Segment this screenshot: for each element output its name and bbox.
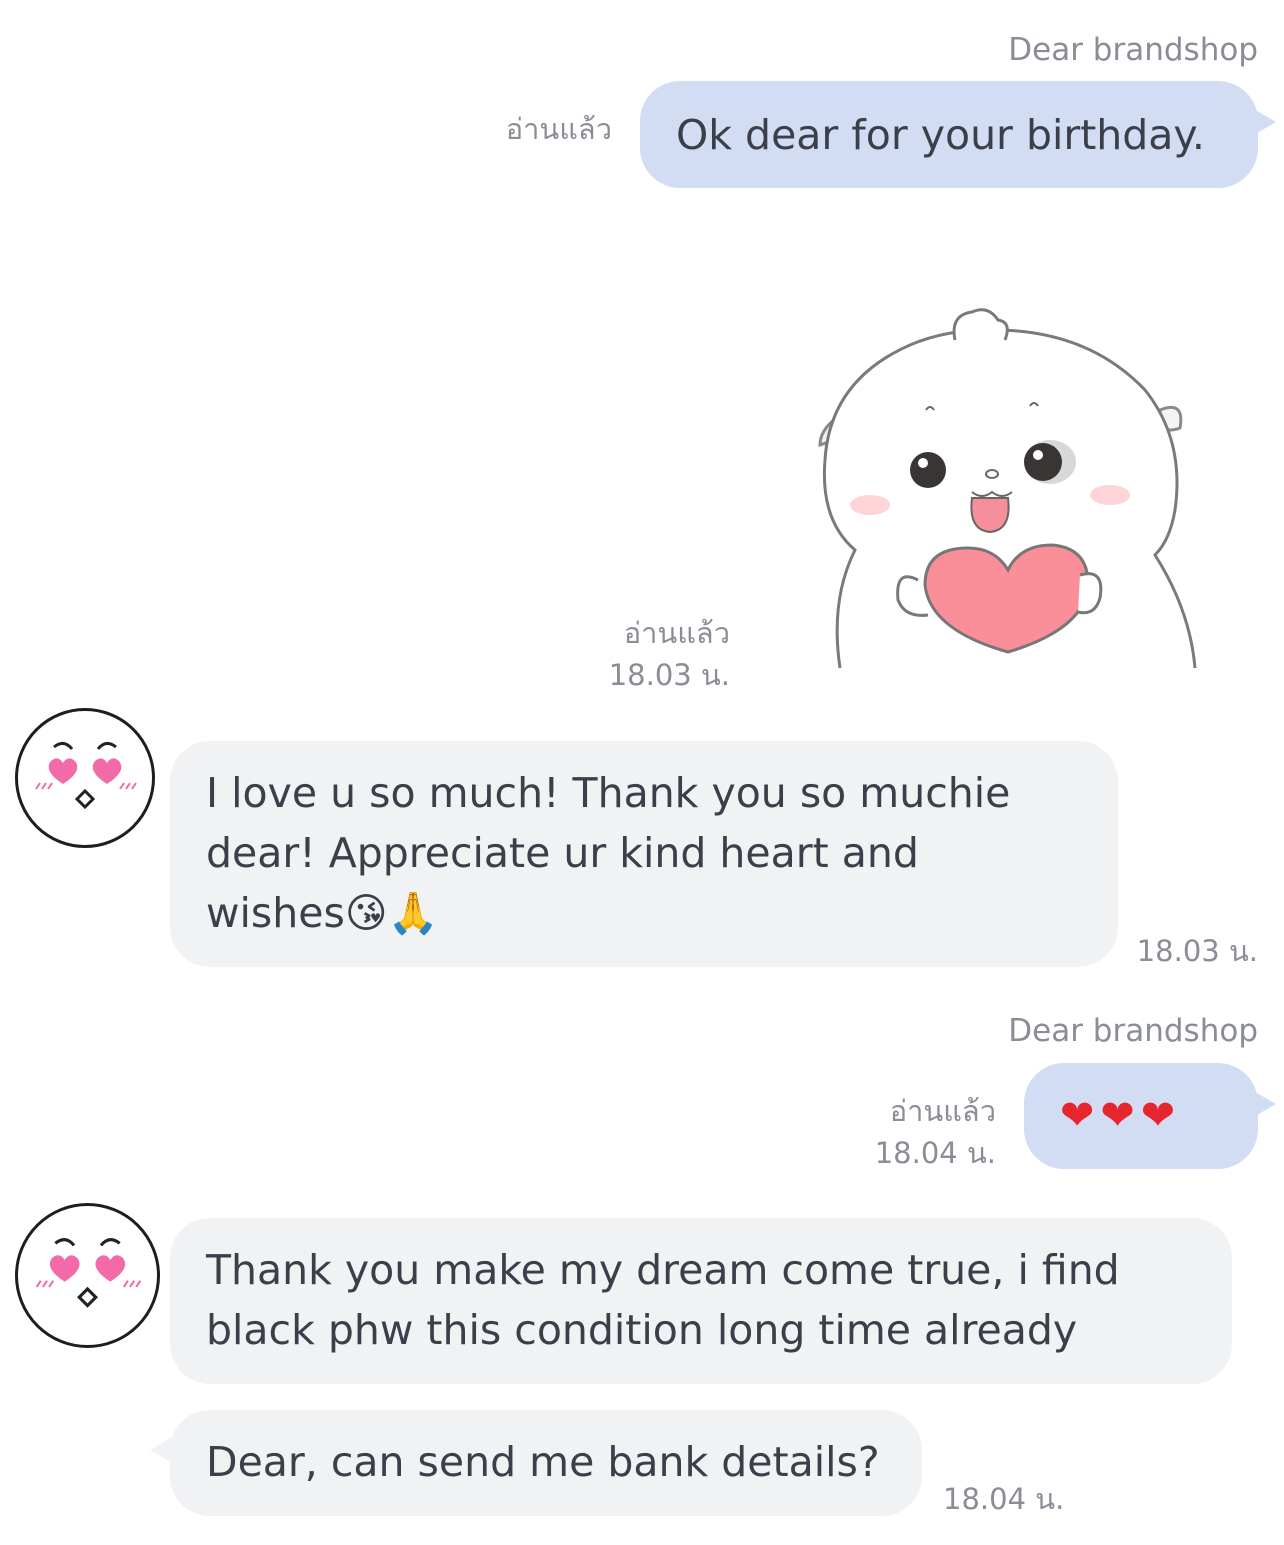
white-bear-holding-heart-sticker[interactable] <box>800 300 1220 680</box>
message-line: I love u so much! Thank you so muchie <box>206 769 1011 817</box>
contact-avatar[interactable] <box>15 1203 160 1348</box>
timestamp: 18.03 น. <box>1136 934 1258 968</box>
message-text: ❤❤❤ <box>1060 1091 1182 1139</box>
message-line: wishes😘🙏 <box>206 889 439 937</box>
sender-name: Dear brandshop <box>1008 32 1258 68</box>
bubble-tail <box>1252 108 1276 136</box>
incoming-message-bubble[interactable]: I love u so much! Thank you so muchie de… <box>170 741 1118 967</box>
message-line: Thank you make my dream come true, i fin… <box>206 1246 1120 1294</box>
heart-eyes-face-icon <box>35 1238 142 1308</box>
right-paw <box>1077 572 1103 615</box>
timestamp: 18.03 น. <box>608 658 730 692</box>
read-status: อ่านแล้ว <box>889 1094 996 1128</box>
left-eye <box>910 452 946 488</box>
message-text: Ok dear for your birthday. <box>676 111 1205 159</box>
heart-eyes-face-icon <box>35 742 137 810</box>
message-meta: อ่านแล้ว 18.03 น. <box>609 612 730 696</box>
incoming-message-bubble[interactable]: Dear, can send me bank details? <box>170 1410 922 1516</box>
sender-name: Dear brandshop <box>1008 1013 1258 1049</box>
message-text: Dear, can send me bank details? <box>206 1438 880 1486</box>
nose <box>985 469 999 479</box>
outgoing-message-bubble[interactable]: Ok dear for your birthday. <box>640 81 1258 188</box>
tongue <box>970 497 1010 534</box>
right-eye-shine <box>1033 450 1043 460</box>
timestamp: 18.04 น. <box>943 1482 1065 1516</box>
read-status: อ่านแล้ว <box>505 112 612 146</box>
bubble-tail <box>1252 1090 1276 1118</box>
timestamp: 18.04 น. <box>874 1136 996 1170</box>
message-meta: อ่านแล้ว 18.04 น. <box>875 1090 996 1174</box>
left-eye-shine <box>918 458 928 468</box>
contact-avatar[interactable] <box>15 708 155 848</box>
message-line: black phw this condition long time alrea… <box>206 1306 1078 1354</box>
hair-tuft <box>952 308 1009 341</box>
read-status: อ่านแล้ว <box>623 616 730 650</box>
right-blush <box>1090 485 1130 505</box>
message-line: dear! Appreciate ur kind heart and <box>206 829 919 877</box>
incoming-message-bubble[interactable]: Thank you make my dream come true, i fin… <box>170 1218 1232 1384</box>
left-blush <box>850 495 890 515</box>
outgoing-message-bubble[interactable]: ❤❤❤ <box>1024 1063 1258 1169</box>
right-eye <box>1024 443 1062 481</box>
